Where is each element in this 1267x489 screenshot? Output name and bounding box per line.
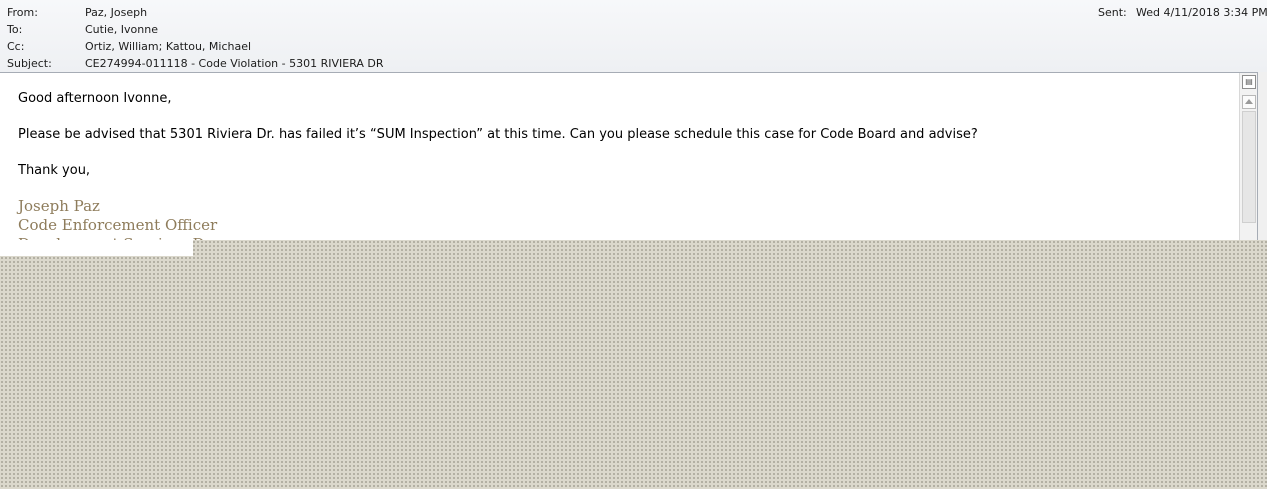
body-paragraph: Please be advised that 5301 Riviera Dr. …	[18, 127, 978, 142]
closing-text: Thank you,	[18, 163, 91, 178]
scroll-thumb[interactable]	[1242, 111, 1256, 223]
people-pane-icon[interactable]: ▤	[1242, 75, 1256, 89]
overlay-gap	[0, 240, 193, 256]
subject-value: CE274994-011118 - Code Violation - 5301 …	[85, 57, 384, 70]
scroll-up-button[interactable]	[1242, 95, 1256, 109]
cc-value[interactable]: Ortiz, William; Kattou, Michael	[85, 38, 251, 55]
redacted-overlay	[0, 240, 1267, 489]
to-value[interactable]: Cutie, Ivonne	[85, 21, 158, 38]
to-label: To:	[7, 23, 23, 36]
from-label: From:	[7, 6, 38, 19]
from-value[interactable]: Paz, Joseph	[85, 4, 147, 21]
sent-value: Wed 4/11/2018 3:34 PM	[1136, 6, 1267, 19]
greeting-text: Good afternoon Ivonne,	[18, 91, 172, 106]
sent-label: Sent:	[1098, 6, 1127, 19]
message-header: From: Paz, Joseph To: Cutie, Ivonne Cc: …	[0, 0, 1267, 72]
cc-label: Cc:	[7, 40, 25, 53]
message-body: Good afternoon Ivonne, Please be advised…	[0, 72, 1258, 263]
signature-title: Code Enforcement Officer	[18, 216, 218, 234]
signature-name: Joseph Paz	[18, 197, 100, 215]
vertical-scrollbar[interactable]: ▤	[1239, 73, 1257, 243]
subject-label: Subject:	[7, 57, 52, 70]
